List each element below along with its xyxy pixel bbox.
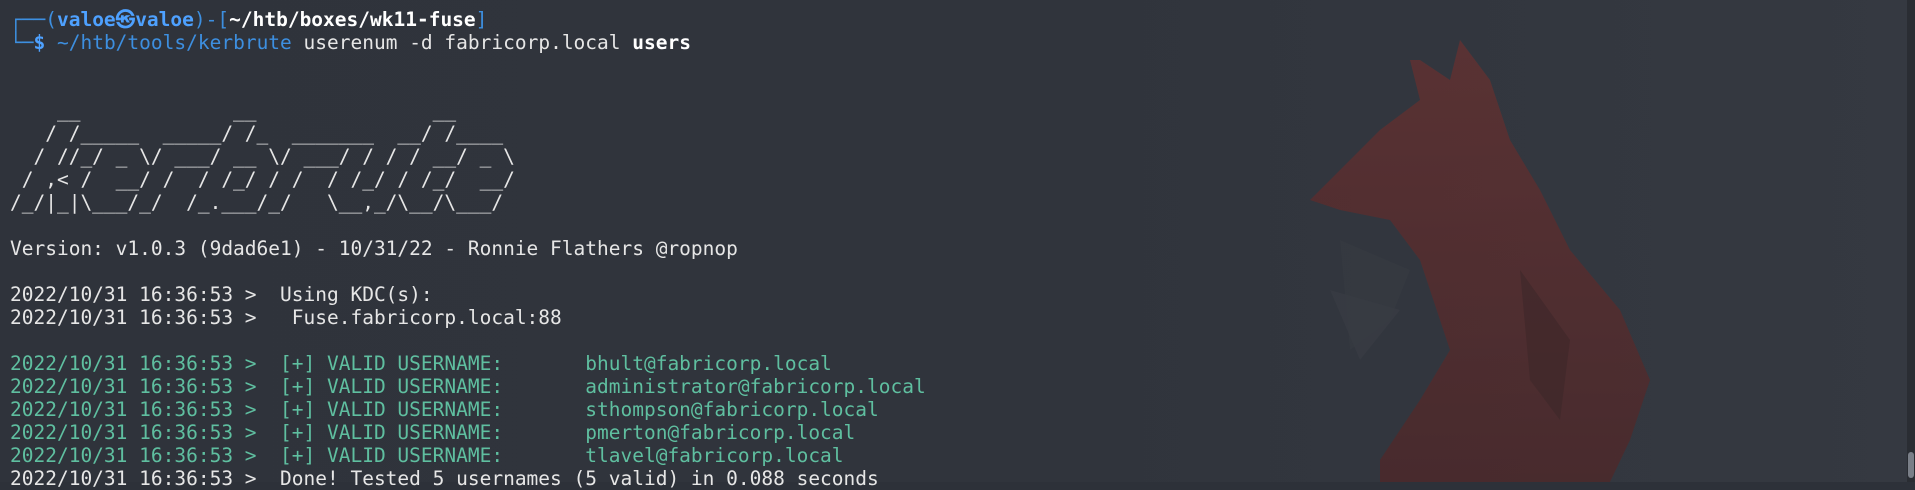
kdc-line: 2022/10/31 16:36:53 > Fuse.fabricorp.loc… <box>10 306 562 329</box>
prompt-dollar: $ <box>33 31 46 54</box>
command-executable: ~/htb/tools/kerbrute <box>56 31 292 54</box>
version-line: Version: v1.0.3 (9dad6e1) - 10/31/22 - R… <box>10 237 738 260</box>
command-args: userenum -d fabricorp.local <box>291 31 633 54</box>
valid-username-line: 2022/10/31 16:36:53 > [+] VALID USERNAME… <box>10 352 832 375</box>
terminal-output: ┌──(valoe㉿valoe)-[~/htb/boxes/wk11-fuse]… <box>10 8 1895 490</box>
valid-username-line: 2022/10/31 16:36:53 > [+] VALID USERNAME… <box>10 375 926 398</box>
command-line: └─$ ~/htb/tools/kerbrute userenum -d fab… <box>10 31 1895 54</box>
prompt-separator: )-[ <box>193 8 230 31</box>
prompt-user: valoe <box>56 8 116 31</box>
scrollbar-thumb[interactable] <box>1908 452 1914 478</box>
prompt-corner-bottom: └─ <box>10 31 34 54</box>
terminal-window[interactable]: ┌──(valoe㉿valoe)-[~/htb/boxes/wk11-fuse]… <box>0 0 1915 490</box>
kdc-line: 2022/10/31 16:36:53 > Using KDC(s): <box>10 283 433 306</box>
command-file-arg: users <box>632 31 691 54</box>
prompt-cwd: ~/htb/boxes/wk11-fuse <box>229 8 476 31</box>
prompt-skull-icon: ㉿ <box>115 8 136 31</box>
prompt-line: ┌──(valoe㉿valoe)-[~/htb/boxes/wk11-fuse] <box>10 8 1895 31</box>
valid-username-line: 2022/10/31 16:36:53 > [+] VALID USERNAME… <box>10 398 879 421</box>
scrollbar[interactable] <box>1907 0 1915 482</box>
kerbrute-banner: __ __ __ / /_____ _____/ /_ _______ __/ … <box>10 99 515 214</box>
prompt-corner-top: ┌──( <box>10 8 57 31</box>
done-line: 2022/10/31 16:36:53 > Done! Tested 5 use… <box>10 467 879 490</box>
valid-username-line: 2022/10/31 16:36:53 > [+] VALID USERNAME… <box>10 444 844 467</box>
prompt-close: ] <box>475 8 488 31</box>
valid-username-line: 2022/10/31 16:36:53 > [+] VALID USERNAME… <box>10 421 856 444</box>
prompt-host: valoe <box>135 8 194 31</box>
